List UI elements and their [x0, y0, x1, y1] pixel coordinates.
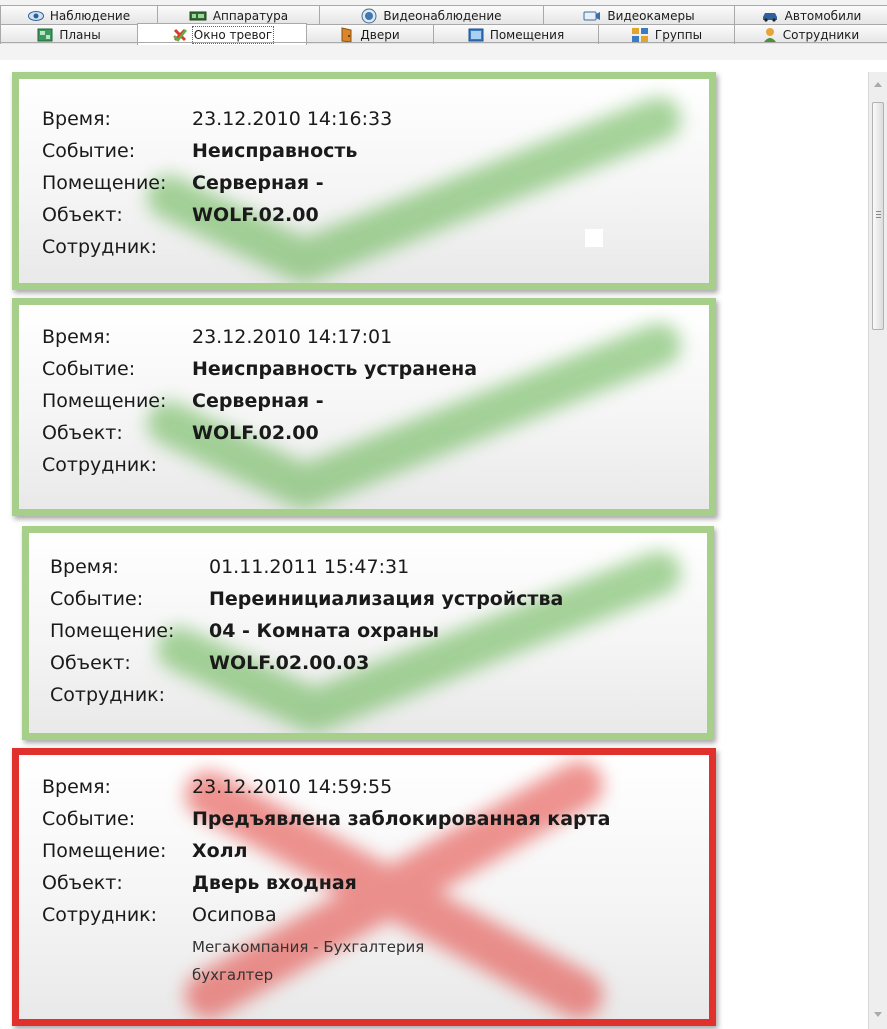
decorative-square [585, 229, 603, 247]
time-value: 01.11.2011 15:47:31 [209, 556, 410, 578]
event-value: Переинициализация устройства [209, 588, 564, 610]
tab-cars[interactable]: Автомобили [734, 5, 887, 25]
time-value: 23.12.2010 14:59:55 [192, 776, 393, 798]
object-label: Объект: [50, 652, 131, 674]
employee-label: Сотрудник: [42, 904, 158, 926]
event-label: Событие: [42, 808, 136, 830]
tab-label: Видеонаблюдение [383, 8, 502, 23]
time-label: Время: [42, 108, 111, 130]
object-value: WOLF.02.00 [192, 422, 319, 444]
video-surveillance-icon [361, 8, 377, 24]
tab-label: Двери [360, 27, 400, 42]
employee-label: Сотрудник: [42, 236, 158, 258]
room-label: Помещение: [42, 840, 167, 862]
tab-label: Автомобили [784, 8, 862, 23]
tab-label: Видеокамеры [607, 8, 695, 23]
tab-label: Окно тревог [191, 25, 275, 44]
tab-label: Группы [654, 27, 703, 42]
event-value: Предъявлена заблокированная карта [192, 808, 611, 830]
room-value: Холл [192, 840, 248, 862]
tab-label: Планы [59, 27, 101, 42]
time-label: Время: [50, 556, 119, 578]
event-value: Неисправность устранена [192, 358, 478, 380]
rooms-icon [468, 28, 484, 42]
alarm-icon [172, 27, 188, 43]
event-label: Событие: [42, 140, 136, 162]
employee-position: бухгалтер [192, 966, 274, 984]
tab-label: Сотрудники [782, 27, 860, 42]
room-label: Помещение: [42, 390, 167, 412]
tab-hardware[interactable]: Аппаратура [157, 5, 320, 25]
hardware-icon [189, 10, 207, 22]
event-value: Неисправность [192, 140, 358, 162]
room-label: Помещение: [50, 620, 175, 642]
tab-content-border [0, 42, 887, 43]
tab-label: Наблюдение [49, 8, 131, 23]
tab-cameras[interactable]: Видеокамеры [543, 5, 735, 25]
event-label: Событие: [50, 588, 144, 610]
tab-label: Аппаратура [212, 8, 289, 23]
tab-bar: Наблюдение Аппаратура Видеонаблюдение Ви… [0, 0, 887, 60]
employee-label: Сотрудник: [50, 684, 166, 706]
object-value: WOLF.02.00.03 [209, 652, 370, 674]
object-label: Объект: [42, 204, 123, 226]
employee-value: Осипова [192, 904, 277, 926]
object-label: Объект: [42, 422, 123, 444]
time-value: 23.12.2010 14:16:33 [192, 108, 393, 130]
event-label: Событие: [42, 358, 136, 380]
object-value: WOLF.02.00 [192, 204, 319, 226]
time-label: Время: [42, 776, 111, 798]
employee-icon [763, 27, 777, 43]
alarm-card[interactable]: Время: 23.12.2010 14:16:33 Событие: Неис… [12, 72, 716, 290]
alarm-card[interactable]: Время: 23.12.2010 14:17:01 Событие: Неис… [12, 298, 716, 516]
tab-video-surveillance[interactable]: Видеонаблюдение [319, 5, 544, 25]
tab-employees[interactable]: Сотрудники [734, 24, 887, 44]
alarm-card[interactable]: Время: 01.11.2011 15:47:31 Событие: Пере… [22, 526, 714, 740]
eye-icon [27, 10, 44, 22]
room-value: 04 - Комната охраны [209, 620, 440, 642]
object-label: Объект: [42, 872, 123, 894]
time-value: 23.12.2010 14:17:01 [192, 326, 393, 348]
camera-icon [583, 10, 601, 22]
vertical-scrollbar[interactable] [868, 72, 887, 1029]
scroll-down-arrow-icon[interactable] [874, 1012, 882, 1017]
door-icon [340, 26, 354, 43]
groups-icon [631, 27, 649, 43]
tab-observation[interactable]: Наблюдение [0, 5, 158, 25]
object-value: Дверь входная [192, 872, 357, 894]
tab-row-1: Наблюдение Аппаратура Видеонаблюдение Ви… [0, 5, 887, 25]
scroll-grip-icon [876, 211, 881, 212]
alarm-card[interactable]: Время: 23.12.2010 14:59:55 Событие: Пред… [12, 748, 716, 1026]
tab-label: Помещения [489, 27, 565, 42]
plan-icon [37, 28, 53, 42]
employee-department: Мегакомпания - Бухгалтерия [192, 938, 425, 956]
employee-label: Сотрудник: [42, 454, 158, 476]
tab-rooms[interactable]: Помещения [433, 24, 599, 44]
tab-doors[interactable]: Двери [306, 24, 434, 44]
tab-plans[interactable]: Планы [0, 24, 138, 44]
scrollbar-thumb[interactable] [872, 102, 884, 330]
tab-row-2: Планы Окно тревог Двери Помещения Группы… [0, 23, 887, 45]
room-value: Серверная - [192, 172, 324, 194]
tab-groups[interactable]: Группы [598, 24, 735, 44]
room-value: Серверная - [192, 390, 324, 412]
alarm-list: Время: 23.12.2010 14:16:33 Событие: Неис… [12, 62, 717, 1029]
scroll-up-arrow-icon[interactable] [874, 82, 882, 87]
room-label: Помещение: [42, 172, 167, 194]
time-label: Время: [42, 326, 111, 348]
car-icon [761, 10, 779, 22]
